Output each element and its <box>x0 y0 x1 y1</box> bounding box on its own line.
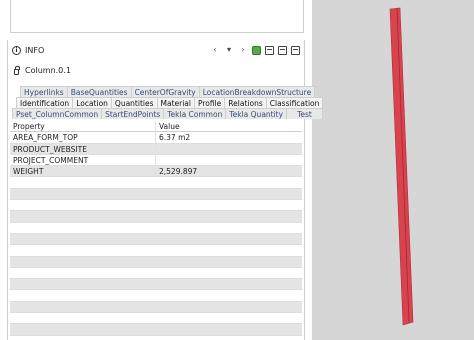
empty-row <box>10 223 302 234</box>
column-beam-edge <box>396 7 410 324</box>
tab-locationbreakdownstructure[interactable]: LocationBreakdownStructure <box>198 86 316 97</box>
tab-basequantities[interactable]: BaseQuantities <box>66 86 132 97</box>
info-icon: i <box>12 46 21 55</box>
info-toolbar: ‹ ▾ › <box>210 45 300 55</box>
tab-startendpoints[interactable]: StartEndPoints <box>101 108 165 119</box>
upper-panel <box>10 0 304 33</box>
empty-row <box>10 290 302 302</box>
info-header: i INFO <box>12 46 44 55</box>
chevron-left-icon[interactable]: ‹ <box>210 45 220 55</box>
info-panel: i INFO ‹ ▾ › Column.0.1 Hyperlinks BaseQ… <box>7 40 324 340</box>
window-icon[interactable] <box>291 45 300 55</box>
empty-row <box>10 279 302 291</box>
header-property[interactable]: Property <box>10 121 156 132</box>
value-cell[interactable] <box>156 144 302 154</box>
tab-centerofgravity[interactable]: CenterOfGravity <box>130 86 200 97</box>
empty-row <box>10 313 302 325</box>
empty-row <box>10 211 302 223</box>
tab-quantities[interactable]: Quantities <box>110 97 158 108</box>
empty-row <box>10 245 302 257</box>
properties-pane: i INFO ‹ ▾ › Column.0.1 Hyperlinks BaseQ… <box>0 0 324 340</box>
tab-material[interactable]: Material <box>156 97 195 108</box>
tab-tekla-common[interactable]: Tekla Common <box>163 108 227 119</box>
tab-profile[interactable]: Profile <box>193 97 226 108</box>
green-select-icon[interactable] <box>252 45 261 55</box>
lock-icon <box>14 65 20 75</box>
empty-row <box>10 324 302 336</box>
table-row[interactable]: PROJECT_COMMENT <box>10 154 302 167</box>
empty-row <box>10 268 302 280</box>
table-row[interactable]: AREA_FORM_TOP 6.37 m2 <box>10 132 302 144</box>
object-name: Column.0.1 <box>25 66 71 75</box>
column-beam[interactable] <box>389 7 414 326</box>
tab-test[interactable]: Test <box>286 108 323 119</box>
header-value[interactable]: Value <box>156 121 302 131</box>
table-row[interactable]: PRODUCT_WEBSITE <box>10 143 302 155</box>
copy-icon[interactable] <box>265 45 274 55</box>
tab-identification[interactable]: Identification <box>16 97 74 108</box>
selected-object: Column.0.1 <box>14 65 71 75</box>
tabs-row-2: Identification Location Quantities Mater… <box>16 97 324 108</box>
tabs-row-1: Hyperlinks BaseQuantities CenterOfGravit… <box>20 86 316 97</box>
chevron-right-icon[interactable]: › <box>238 45 248 55</box>
tab-tekla-quantity[interactable]: Tekla Quantity <box>225 108 288 119</box>
property-cell: WEIGHT <box>10 166 156 177</box>
table-header: Property Value <box>10 121 302 133</box>
chevron-down-icon[interactable]: ▾ <box>224 45 234 55</box>
empty-row <box>10 233 302 246</box>
value-cell[interactable]: 2,529.897 <box>156 166 302 176</box>
empty-row <box>10 301 302 314</box>
empty-row <box>10 177 302 189</box>
value-cell[interactable] <box>156 155 302 165</box>
empty-row <box>10 200 302 212</box>
paste-icon[interactable] <box>278 45 287 55</box>
empty-row <box>10 188 302 201</box>
info-title: INFO <box>25 46 45 55</box>
tabs-row-3: Pset_ColumnCommon StartEndPoints Tekla C… <box>12 108 323 119</box>
tab-classification[interactable]: Classification <box>265 97 324 108</box>
tab-hyperlinks[interactable]: Hyperlinks <box>20 86 68 97</box>
value-cell[interactable]: 6.37 m2 <box>156 132 302 142</box>
property-cell: PROJECT_COMMENT <box>10 154 156 166</box>
property-cell: PRODUCT_WEBSITE <box>10 143 156 154</box>
tab-relations[interactable]: Relations <box>224 97 267 108</box>
tab-pset-columncommon[interactable]: Pset_ColumnCommon <box>12 108 103 119</box>
property-cell: AREA_FORM_TOP <box>10 132 156 143</box>
property-table: Property Value AREA_FORM_TOP 6.37 m2 PRO… <box>10 121 302 336</box>
tab-location[interactable]: Location <box>72 97 112 108</box>
empty-row <box>10 256 302 268</box>
table-row[interactable]: WEIGHT 2,529.897 <box>10 166 302 178</box>
